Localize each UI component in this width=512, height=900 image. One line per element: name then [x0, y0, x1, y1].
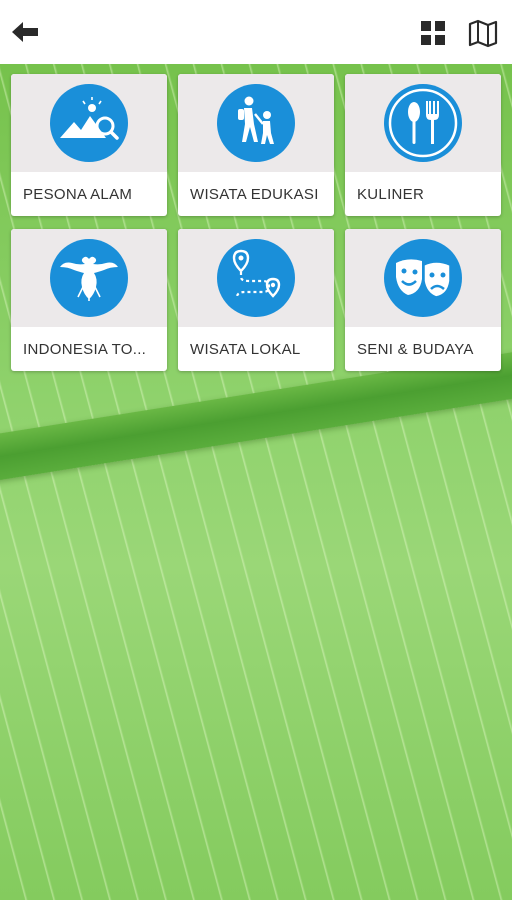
grid-view-button[interactable] — [418, 18, 448, 48]
arrow-left-icon — [12, 22, 38, 42]
theater-masks-icon — [384, 239, 462, 317]
garuda-bird-icon — [50, 239, 128, 317]
category-tile-kuliner[interactable]: KULINER — [345, 74, 501, 216]
route-pins-icon — [217, 239, 295, 317]
tile-icon-area — [11, 229, 167, 327]
nature-mountain-search-icon — [50, 84, 128, 162]
category-tile-pesona-alam[interactable]: PESONA ALAM — [11, 74, 167, 216]
students-walking-icon — [217, 84, 295, 162]
spoon-fork-icon — [384, 84, 462, 162]
tile-label: KULINER — [357, 186, 425, 203]
tile-icon-area — [178, 74, 334, 172]
tile-label: WISATA EDUKASI — [190, 186, 319, 203]
tile-icon-area — [178, 229, 334, 327]
tile-label: INDONESIA TO... — [23, 341, 147, 358]
grid-view-icon — [421, 21, 445, 45]
back-button[interactable] — [8, 16, 42, 48]
category-tile-wisata-lokal[interactable]: WISATA LOKAL — [178, 229, 334, 371]
tile-icon-area — [11, 74, 167, 172]
tile-label: WISATA LOKAL — [190, 341, 301, 358]
map-view-button[interactable] — [466, 18, 500, 48]
map-icon — [468, 19, 498, 48]
tile-icon-area — [345, 74, 501, 172]
tile-icon-area — [345, 229, 501, 327]
app-toolbar — [0, 0, 512, 64]
tile-label: SENI & BUDAYA — [357, 341, 474, 358]
category-tile-seni-budaya[interactable]: SENI & BUDAYA — [345, 229, 501, 371]
category-tile-wisata-edukasi[interactable]: WISATA EDUKASI — [178, 74, 334, 216]
category-tile-indonesia-to[interactable]: INDONESIA TO... — [11, 229, 167, 371]
category-grid: PESONA ALAM WISATA EDUKASI KULINER INDON… — [0, 0, 512, 900]
tile-label: PESONA ALAM — [23, 186, 133, 203]
